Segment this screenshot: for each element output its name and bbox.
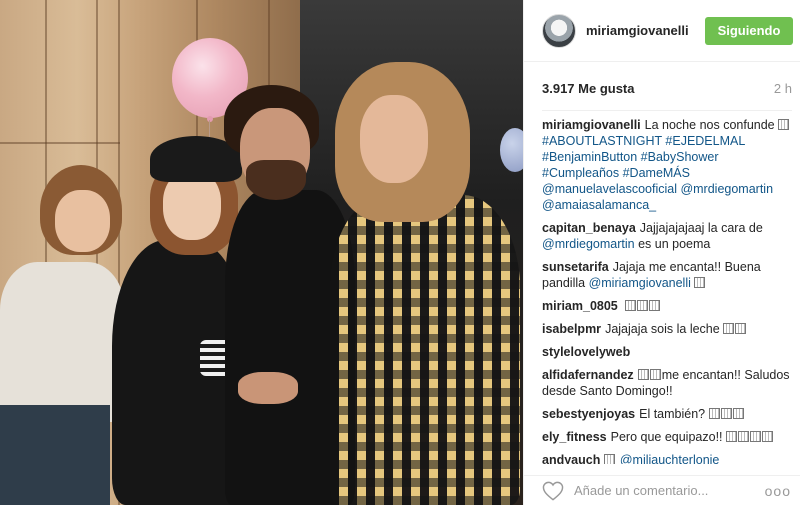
comment-footer: ooo (524, 475, 800, 505)
comment-username[interactable]: miriamgiovanelli (542, 118, 641, 132)
emoji-glyph (637, 369, 649, 380)
person-1-top (0, 262, 125, 422)
person-4-face (360, 95, 428, 183)
likes-count[interactable]: 3.917 Me gusta (542, 81, 635, 101)
emoji-glyph (694, 277, 706, 288)
caption: miriamgiovanelli La noche nos confunde #A… (542, 117, 794, 213)
following-button[interactable]: Siguiendo (705, 16, 793, 45)
emoji-glyph (726, 431, 737, 442)
more-options-icon[interactable]: ooo (765, 483, 791, 499)
person-3-beard (246, 160, 306, 200)
post-side-panel: miriamgiovanelli Siguiendo 3.917 Me gust… (523, 0, 800, 505)
comment-username[interactable]: andyauch (542, 453, 600, 464)
comment-username[interactable]: capitan_benaya (542, 221, 636, 235)
list-item: stylelovelyweb (542, 344, 794, 360)
balloon-knot (207, 116, 213, 122)
comment-username[interactable]: miriam_0805 (542, 299, 618, 313)
caption-hashtags[interactable]: #ABOUTLASTNIGHT #EJEDELMAL #BenjaminButt… (542, 134, 773, 212)
comment-mention[interactable]: @miriamgiovanelli (589, 276, 691, 290)
comment-text: Jajajaja sois la leche (605, 322, 720, 336)
emoji-glyph (649, 300, 661, 311)
list-item: ely_fitness Pero que equipazo!! (542, 429, 794, 445)
post-header: miriamgiovanelli Siguiendo (524, 0, 800, 62)
emoji-glyph (738, 431, 749, 442)
post-photo[interactable] (0, 0, 523, 505)
heart-icon[interactable] (542, 481, 564, 501)
emoji-glyph (778, 119, 790, 130)
comment-username[interactable]: sunsetarifa (542, 260, 609, 274)
comment-username[interactable]: sebestyenjoyas (542, 407, 635, 421)
wall-plank (0, 142, 120, 144)
comment-input[interactable] (574, 483, 765, 498)
person-1-jeans (0, 405, 110, 505)
list-item: miriam_0805 (542, 298, 794, 314)
divider (542, 110, 792, 111)
emoji-glyph (708, 408, 720, 419)
blue-balloon (500, 128, 523, 172)
comment-username[interactable]: alfidafernandez (542, 368, 634, 382)
list-item: alfidafernandez me encantan!! Saludos des… (542, 367, 794, 399)
emoji-glyph (762, 431, 773, 442)
emoji-glyph (732, 408, 744, 419)
emoji-glyph (720, 408, 732, 419)
emoji-glyph (604, 454, 616, 464)
person-1-face (55, 190, 110, 252)
header-username[interactable]: miriamgiovanelli (586, 23, 705, 38)
post-time[interactable]: 2 h (774, 81, 792, 101)
list-item: isabelpmr Jajajaja sois la leche (542, 321, 794, 337)
emoji-glyph (723, 323, 735, 334)
comment-username[interactable]: isabelpmr (542, 322, 601, 336)
list-item: andyauch @miliauchterlonie (542, 452, 794, 464)
list-item: sunsetarifa Jajaja me encanta!! Buena pan… (542, 259, 794, 291)
emoji-glyph (735, 323, 747, 334)
comment-text-after: es un poema (638, 237, 711, 251)
comment-username[interactable]: ely_fitness (542, 430, 607, 444)
comment-mention[interactable]: @miliauchterlonie (620, 453, 720, 464)
comment-text: Pero que equipazo!! (610, 430, 723, 444)
comment-text: Jajjajajajaaj la cara de (639, 221, 763, 235)
emoji-glyph (649, 369, 661, 380)
list-item: sebestyenjoyas El también? (542, 406, 794, 422)
comments-list[interactable]: miriamgiovanelli La noche nos confunde #A… (542, 117, 794, 464)
emoji-glyph (637, 300, 649, 311)
emoji-glyph (750, 431, 761, 442)
person-4-plaid-shirt (330, 195, 520, 505)
comment-text: El también? (639, 407, 706, 421)
caption-text: La noche nos confunde (644, 118, 775, 132)
post-meta: 3.917 Me gusta 2 h (542, 81, 792, 101)
person-3-hand (238, 372, 298, 404)
comment-username[interactable]: stylelovelyweb (542, 345, 630, 359)
list-item: capitan_benaya Jajjajajajaaj la cara de @… (542, 220, 794, 252)
comment-mention[interactable]: @mrdiegomartin (542, 237, 635, 251)
emoji-glyph (625, 300, 637, 311)
avatar[interactable] (542, 13, 576, 48)
